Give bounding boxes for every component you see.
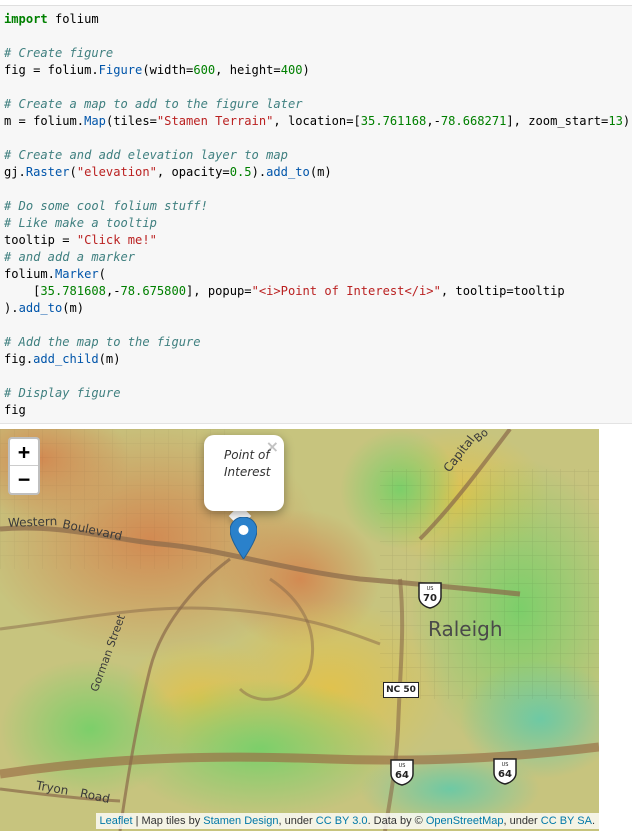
code-string: "Click me!" [76,233,157,247]
code-keyword: import [4,12,48,26]
code-comment: # Like make a tooltip [4,216,157,230]
code-function: add_to [18,301,63,315]
code-comment: # Add the map to the figure [4,335,201,349]
attribution-text: | Map tiles by [132,815,204,827]
nc-route-shield-icon: NC 50 [383,682,419,698]
code-text: (m) [98,352,121,366]
code-text: , location=[ [273,114,361,128]
code-comment: # Create a map to add to the figure late… [4,97,303,111]
code-text: gj. [4,165,26,179]
code-text: (tiles= [105,114,157,128]
code-text: fig [4,403,26,417]
shield-us64-number: 64 [498,769,512,780]
code-text: ) [622,114,631,128]
code-text: ,- [426,114,441,128]
code-cell[interactable]: import folium # Create figure fig = foli… [0,5,632,424]
code-text: tooltip = [4,233,77,247]
us-route-shield-icon: US 64 [390,759,414,786]
stamen-link[interactable]: Stamen Design [203,815,278,827]
attribution-text: . [591,815,595,827]
code-number: 400 [280,63,303,77]
map-marker-icon[interactable] [230,517,257,559]
map-label-western: Western [7,514,58,530]
us-route-shield-icon: US 70 [418,582,442,609]
code-number: 600 [193,63,216,77]
code-text: folium. [4,267,55,281]
shield-us-text: US [427,586,434,592]
shield-us-text: US [502,762,509,768]
code-editor[interactable]: import folium # Create figure fig = foli… [4,11,630,419]
code-text: , opacity= [156,165,230,179]
shield-us70-number: 70 [423,593,437,604]
code-function: Map [84,114,106,128]
zoom-out-button[interactable]: − [10,466,38,492]
code-text: m = folium. [4,114,85,128]
map-attribution: Leaflet | Map tiles by Stamen Design, un… [95,813,599,829]
code-text: ], zoom_start= [506,114,609,128]
code-text: [ [4,284,41,298]
code-number: 13 [608,114,623,128]
code-text: folium [47,12,99,26]
code-text: fig = folium. [4,63,99,77]
code-text: fig. [4,352,34,366]
code-number: 35.781608 [40,284,106,298]
attribution-text: , under [503,815,541,827]
code-string: "<i>Point of Interest</i>" [251,284,441,298]
code-comment: # and add a marker [4,250,136,264]
code-comment: # Create figure [4,46,114,60]
shield-us64-number: 64 [395,770,409,781]
code-string: "Stamen Terrain" [156,114,274,128]
zoom-in-button[interactable]: + [10,439,38,466]
cc-by-link[interactable]: CC BY 3.0 [316,815,368,827]
code-comment: # Do some cool folium stuff! [4,199,208,213]
code-number: 78.668271 [440,114,507,128]
code-function: Figure [98,63,143,77]
attribution-text: . Data by © [367,815,426,827]
leaflet-link[interactable]: Leaflet [100,815,133,827]
code-function: Raster [25,165,70,179]
zoom-control: + − [8,437,40,495]
code-text: , height= [215,63,281,77]
code-function: Marker [54,267,99,281]
code-string: "elevation" [76,165,157,179]
popup-content: Point of Interest [224,448,271,479]
code-number: 35.761168 [360,114,427,128]
us-route-shield-icon: US 64 [493,758,517,785]
shield-nc50-text: NC 50 [386,685,416,695]
code-text: ( [69,165,77,179]
code-comment: # Display figure [4,386,121,400]
code-number: 0.5 [229,165,252,179]
cc-by-sa-link[interactable]: CC BY SA [541,815,592,827]
shield-us-text: US [399,763,406,769]
code-text: ). [4,301,19,315]
map-view[interactable]: Western Boulevard Capital Bo Raleigh Gor… [0,429,599,831]
map-label-raleigh: Raleigh [428,617,503,641]
map-popup: × Point of Interest [204,435,284,511]
code-text: (m) [309,165,332,179]
code-comment: # Create and add elevation layer to map [4,148,288,162]
osm-link[interactable]: OpenStreetMap [426,815,504,827]
code-function: add_to [266,165,310,179]
attribution-text: , under [278,815,316,827]
code-text: (m) [62,301,85,315]
code-text: (width= [142,63,194,77]
code-text: ], popup= [186,284,252,298]
code-text: ,- [105,284,121,298]
code-number: 78.675800 [120,284,187,298]
code-text: , tooltip=tooltip [440,284,565,298]
code-text: ( [98,267,106,281]
code-text: ). [251,165,267,179]
code-text: ) [302,63,310,77]
code-function: add_child [33,352,99,366]
